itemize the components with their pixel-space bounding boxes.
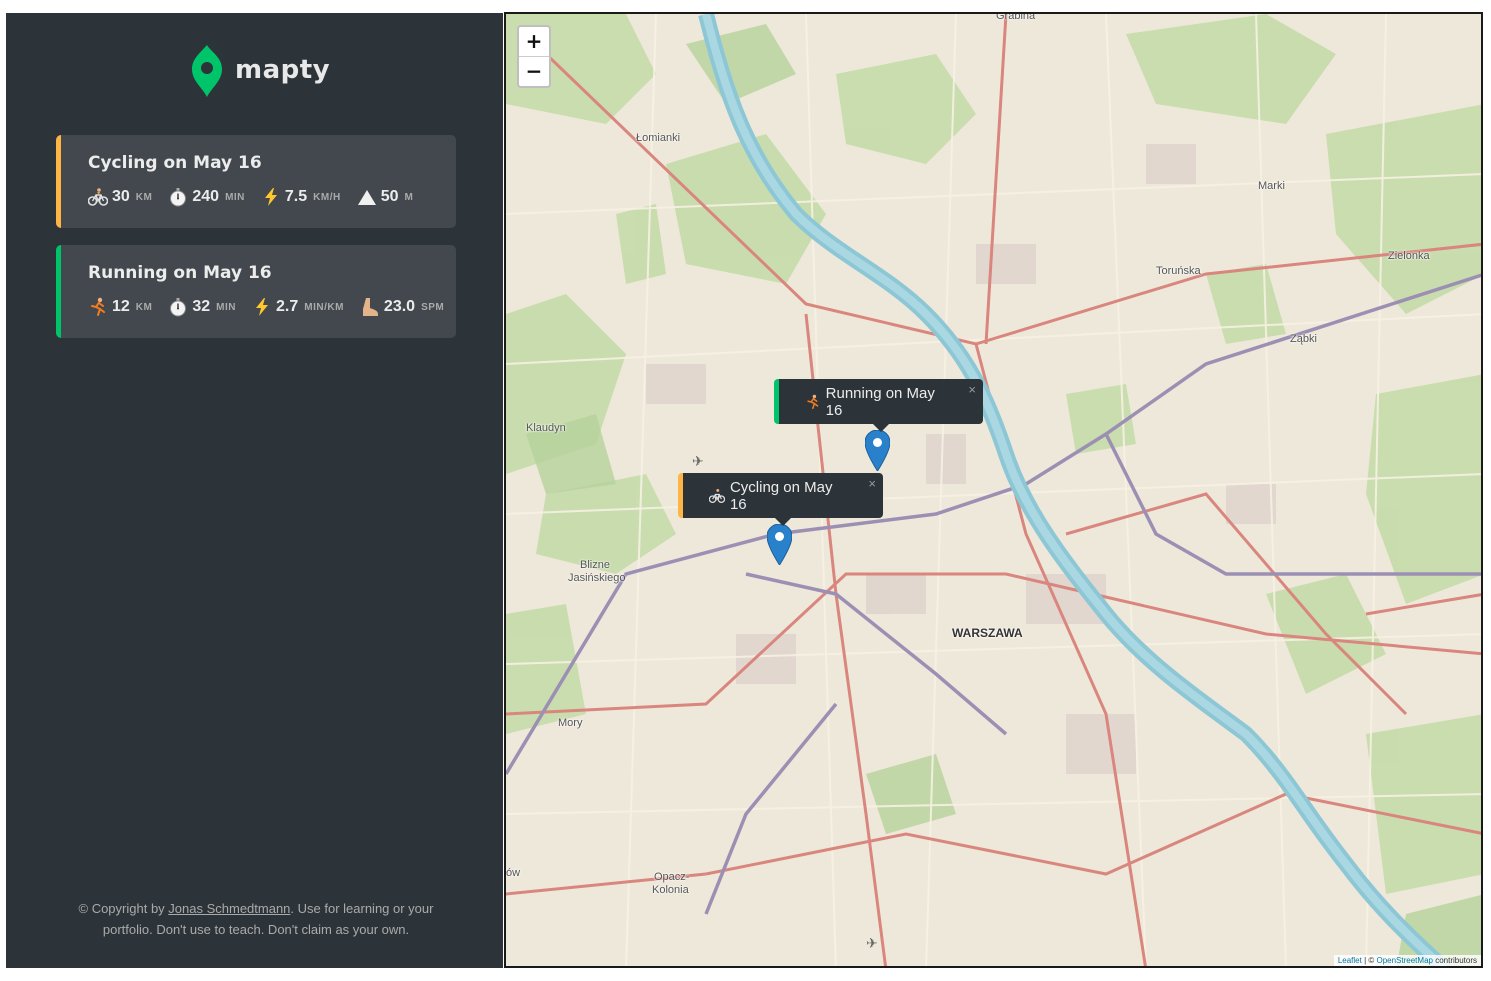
workout-detail-duration: 240 MIN <box>168 187 245 207</box>
popup-running[interactable]: Running on May 16 × <box>774 379 983 432</box>
map-marker-cycling[interactable] <box>767 524 792 565</box>
footprint-icon <box>362 298 378 316</box>
airport-icon: ✈ <box>866 935 878 951</box>
map-label: Marki <box>1258 180 1285 192</box>
workout-title: Running on May 16 <box>88 263 272 283</box>
workout-detail-distance: 12 KM <box>88 297 152 317</box>
zoom-out-button[interactable]: − <box>519 57 549 86</box>
popup-close-button[interactable]: × <box>968 382 976 397</box>
osm-link[interactable]: OpenStreetMap <box>1376 956 1432 965</box>
zoom-control: + − <box>517 25 551 88</box>
popup-label: Cycling on May 16 <box>729 478 833 513</box>
zoom-in-button[interactable]: + <box>519 27 549 57</box>
bicycle-icon <box>709 488 725 503</box>
map-label: Opacz- <box>654 871 690 883</box>
workout-detail-pace: 2.7 MIN/KM <box>252 297 344 317</box>
map[interactable]: ✈ ✈ Grabina Łomianki Marki Toruńska Ziel… <box>504 12 1483 968</box>
workout-title: Cycling on May 16 <box>88 153 262 173</box>
map-label: Toruńska <box>1156 265 1201 277</box>
workout-item-cycling[interactable]: Cycling on May 16 30 KM 240 MIN 7.5 KM/H… <box>56 135 456 228</box>
workout-details: 12 KM 32 MIN 2.7 MIN/KM 23.0 SPM <box>88 297 456 317</box>
map-attribution: Leaflet | © OpenStreetMap contributors <box>1333 955 1481 966</box>
workout-detail-elevation: 50 M <box>357 187 414 207</box>
runner-icon <box>91 297 105 316</box>
map-label: Klaudyn <box>526 422 566 434</box>
workout-details: 30 KM 240 MIN 7.5 KM/H 50 M <box>88 187 456 207</box>
map-marker-running[interactable] <box>865 430 890 471</box>
bicycle-icon <box>88 188 108 206</box>
workout-detail-duration: 32 MIN <box>168 297 236 317</box>
workout-detail-cadence: 23.0 SPM <box>360 297 444 317</box>
airport-icon: ✈ <box>692 453 704 469</box>
sidebar: mapty Cycling on May 16 30 KM 240 MIN 7.… <box>6 13 503 968</box>
map-label: Grabina <box>996 12 1036 22</box>
popup-close-button[interactable]: × <box>868 476 876 491</box>
map-label: Zielonka <box>1388 250 1430 262</box>
mountain-icon <box>357 190 376 205</box>
author-link[interactable]: Jonas Schmedtmann <box>168 901 290 916</box>
map-pin-icon <box>192 45 222 97</box>
map-label: Kolonia <box>652 884 689 896</box>
map-label: Blizne <box>580 559 610 571</box>
stopwatch-icon <box>170 188 187 207</box>
map-label-city: WARSZAWA <box>952 626 1023 640</box>
logo-text: mapty <box>235 55 331 85</box>
map-label: Łomianki <box>636 132 681 144</box>
copyright: © Copyright by Jonas Schmedtmann. Use fo… <box>78 901 434 937</box>
popup-tip <box>775 518 791 526</box>
workout-detail-speed: 7.5 KM/H <box>261 187 341 207</box>
popup-cycling[interactable]: Cycling on May 16 × <box>678 473 883 526</box>
leaflet-link[interactable]: Leaflet <box>1338 956 1362 965</box>
map-label: Ząbki <box>1290 333 1317 345</box>
map-label: Jasińskiego <box>568 572 626 584</box>
workout-item-running[interactable]: Running on May 16 12 KM 32 MIN 2.7 MIN/K… <box>56 245 456 338</box>
map-label: ów <box>506 867 521 879</box>
stopwatch-icon <box>170 298 187 317</box>
popup-tip <box>873 424 889 432</box>
popup-label: Running on May 16 <box>825 384 935 419</box>
runner-icon <box>807 394 819 409</box>
logo: mapty <box>192 43 330 97</box>
workout-detail-distance: 30 KM <box>88 187 152 207</box>
map-label: Mory <box>558 717 583 729</box>
map-tiles[interactable]: ✈ ✈ <box>506 14 1483 968</box>
lightning-icon <box>256 298 268 316</box>
lightning-icon <box>264 188 277 206</box>
